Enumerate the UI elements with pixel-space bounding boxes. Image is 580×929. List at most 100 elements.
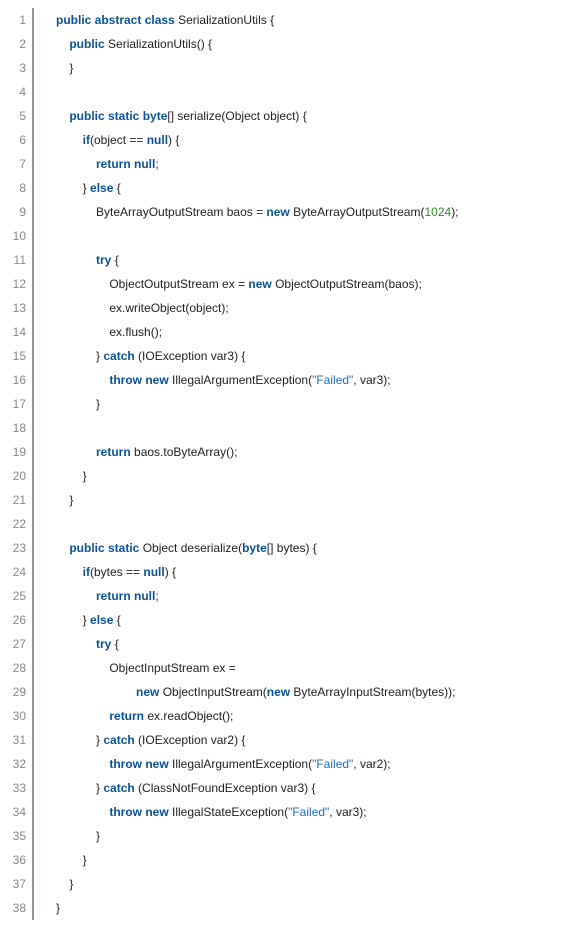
code-line: try {: [56, 632, 459, 656]
keyword-token: if: [83, 565, 90, 579]
line-number: 8: [0, 176, 26, 200]
text-token: [56, 373, 109, 387]
text-token: (object ==: [90, 133, 147, 147]
line-number: 5: [0, 104, 26, 128]
keyword-token: public abstract class: [56, 13, 178, 27]
code-line: } catch (IOException var3) {: [56, 344, 459, 368]
line-number: 19: [0, 440, 26, 464]
text-token: }: [56, 781, 103, 795]
code-line: public static byte[] serialize(Object ob…: [56, 104, 459, 128]
text-token: ByteArrayOutputStream(: [293, 205, 424, 219]
line-number: 3: [0, 56, 26, 80]
keyword-token: try: [96, 637, 115, 651]
code-line: return ex.readObject();: [56, 704, 459, 728]
line-number: 30: [0, 704, 26, 728]
text-token: ex.readObject();: [147, 709, 233, 723]
text-token: , var3);: [329, 805, 366, 819]
keyword-token: public static byte: [69, 109, 167, 123]
text-token: }: [56, 829, 100, 843]
keyword-token: return null: [96, 589, 155, 603]
text-token: }: [56, 901, 60, 915]
text-token: [] bytes) {: [267, 541, 317, 555]
line-number: 1: [0, 8, 26, 32]
text-token: [56, 757, 109, 771]
text-token: }: [56, 493, 73, 507]
line-number: 33: [0, 776, 26, 800]
string-token: "Failed": [312, 373, 353, 387]
text-token: [56, 541, 69, 555]
text-token: }: [56, 469, 87, 483]
text-token: [56, 133, 83, 147]
text-token: }: [56, 349, 103, 363]
line-number: 32: [0, 752, 26, 776]
line-number: 21: [0, 488, 26, 512]
line-number: 17: [0, 392, 26, 416]
text-token: {: [117, 613, 121, 627]
line-number: 36: [0, 848, 26, 872]
keyword-token: else: [90, 181, 117, 195]
keyword-token: new: [136, 685, 163, 699]
line-number: 18: [0, 416, 26, 440]
keyword-token: public: [69, 37, 108, 51]
text-token: }: [56, 877, 73, 891]
text-token: (bytes ==: [90, 565, 143, 579]
code-line: }: [56, 872, 459, 896]
text-token: }: [56, 733, 103, 747]
line-number: 29: [0, 680, 26, 704]
keyword-token: return null: [96, 157, 155, 171]
line-number: 10: [0, 224, 26, 248]
line-number: 28: [0, 656, 26, 680]
line-number: 35: [0, 824, 26, 848]
text-token: [56, 109, 69, 123]
text-token: ObjectOutputStream ex =: [56, 277, 248, 291]
text-token: }: [56, 613, 90, 627]
code-line: public SerializationUtils() {: [56, 32, 459, 56]
line-number: 25: [0, 584, 26, 608]
line-number: 26: [0, 608, 26, 632]
line-number: 34: [0, 800, 26, 824]
code-line: } catch (IOException var2) {: [56, 728, 459, 752]
code-line: }: [56, 824, 459, 848]
code-line: ObjectOutputStream ex = new ObjectOutput…: [56, 272, 459, 296]
keyword-token: new: [248, 277, 275, 291]
string-token: "Failed": [312, 757, 353, 771]
keyword-token: return: [96, 445, 134, 459]
text-token: ObjectInputStream(: [163, 685, 267, 699]
text-token: [] serialize(Object object) {: [167, 109, 306, 123]
code-line: ex.writeObject(object);: [56, 296, 459, 320]
text-token: {: [115, 253, 119, 267]
line-number: 20: [0, 464, 26, 488]
code-line: [56, 224, 459, 248]
text-token: [56, 253, 96, 267]
keyword-token: null: [143, 565, 164, 579]
line-number: 12: [0, 272, 26, 296]
text-token: [56, 445, 96, 459]
line-number: 27: [0, 632, 26, 656]
code-line: if(object == null) {: [56, 128, 459, 152]
code-line: ex.flush();: [56, 320, 459, 344]
line-number: 6: [0, 128, 26, 152]
text-token: [56, 157, 96, 171]
text-token: );: [451, 205, 458, 219]
code-line: }: [56, 896, 459, 920]
line-number: 13: [0, 296, 26, 320]
keyword-token: new: [267, 685, 294, 699]
line-number: 11: [0, 248, 26, 272]
text-token: }: [56, 397, 100, 411]
text-token: (IOException var2) {: [138, 733, 245, 747]
code-line: } else {: [56, 608, 459, 632]
keyword-token: throw new: [109, 373, 172, 387]
code-line: [56, 416, 459, 440]
code-line: }: [56, 488, 459, 512]
text-token: (ClassNotFoundException var3) {: [138, 781, 315, 795]
keyword-token: byte: [242, 541, 267, 555]
text-token: SerializationUtils {: [178, 13, 274, 27]
text-token: ObjectInputStream ex =: [56, 661, 236, 675]
keyword-token: try: [96, 253, 115, 267]
text-token: ex.flush();: [56, 325, 162, 339]
code-content: public abstract class SerializationUtils…: [34, 8, 459, 920]
code-line: return baos.toByteArray();: [56, 440, 459, 464]
keyword-token: return: [109, 709, 147, 723]
text-token: ex.writeObject(object);: [56, 301, 229, 315]
text-token: [56, 637, 96, 651]
